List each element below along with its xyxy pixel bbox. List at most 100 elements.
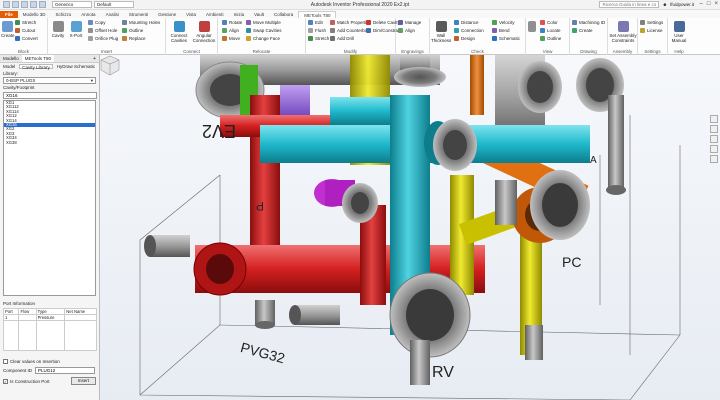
- bend-button[interactable]: Bend: [492, 28, 510, 33]
- tab-gestione[interactable]: Gestione: [153, 11, 181, 18]
- delete-cavity-button[interactable]: Delete Cavity: [366, 20, 400, 25]
- add-drill-button[interactable]: Add Drill: [330, 36, 354, 41]
- tab-inizia[interactable]: Inizia: [229, 11, 250, 18]
- change-face-button[interactable]: Change Face: [246, 36, 280, 41]
- connection-button[interactable]: Connection: [454, 28, 484, 33]
- swap-cavities-button[interactable]: Swap Cavities: [246, 28, 282, 33]
- move-multiple-button[interactable]: Move Multiple: [246, 20, 281, 25]
- schematic-button[interactable]: Schematic: [492, 36, 520, 41]
- angular-connection-label: Angular Connection: [192, 33, 216, 43]
- minimize-icon[interactable]: –: [700, 1, 703, 7]
- tab-ambienti[interactable]: Ambienti: [201, 11, 229, 18]
- create-drawing-button[interactable]: Create: [572, 28, 593, 33]
- locate-button[interactable]: Locate: [540, 28, 561, 33]
- outline-insert-button[interactable]: Outline: [122, 28, 143, 33]
- design-button[interactable]: Design: [454, 36, 475, 41]
- tab-schizzo[interactable]: Schizzo: [51, 11, 77, 18]
- convert-label: Convert: [22, 36, 38, 41]
- panel-block: Create Stretch Cutout Convert Block: [0, 18, 48, 55]
- orbit-icon[interactable]: [710, 145, 718, 153]
- tab-strumenti[interactable]: Strumenti: [124, 11, 153, 18]
- library-select[interactable]: 0-BSP PLUGS ▾: [3, 77, 96, 84]
- match-properties-button[interactable]: Match Properties: [330, 20, 371, 25]
- clear-values-row[interactable]: Clear values on Insertion: [0, 357, 99, 366]
- redo-icon[interactable]: [39, 1, 46, 8]
- new-icon[interactable]: [3, 1, 10, 8]
- user-manual-label: User Manual: [671, 33, 687, 43]
- insert-button[interactable]: Insert: [70, 377, 96, 385]
- close-icon[interactable]: ×: [714, 1, 718, 7]
- subtab-cavity-library[interactable]: Cavity Library: [19, 64, 53, 70]
- tab-modello[interactable]: Modello: [0, 55, 22, 62]
- tab-vault[interactable]: Vault: [249, 11, 269, 18]
- tab-collabora[interactable]: Collabora: [269, 11, 298, 18]
- distance-button[interactable]: Distance: [454, 20, 479, 25]
- offset-hole-button[interactable]: Offset Hole: [88, 28, 117, 33]
- cavity-list[interactable]: XG1 XG112 XG114 XG12 XG14 XG16 XG2 XG3 X…: [3, 100, 96, 296]
- flush-button[interactable]: Flush: [308, 28, 326, 33]
- velocity-button[interactable]: Velocity: [492, 20, 515, 25]
- graphics-viewport[interactable]: EV2 PC PVG32 RV P A: [100, 55, 720, 400]
- list-item[interactable]: XG38: [4, 140, 95, 145]
- material-combo[interactable]: Generico: [52, 1, 92, 8]
- move-button[interactable]: Move: [222, 36, 240, 41]
- connect-cavities-button[interactable]: Connect Cavities: [168, 21, 190, 43]
- cavity-search-input[interactable]: [3, 92, 97, 99]
- angular-connection-button[interactable]: Angular Connection: [192, 21, 216, 43]
- help-search-input[interactable]: [599, 1, 660, 8]
- look-at-icon[interactable]: [710, 155, 718, 163]
- tab-metools-panel[interactable]: METools T80: [21, 55, 54, 62]
- tab-annota[interactable]: Annota: [76, 11, 100, 18]
- tab-vista[interactable]: Vista: [181, 11, 201, 18]
- outline-view-button[interactable]: Outline: [540, 36, 561, 41]
- appearance-combo[interactable]: Default: [94, 1, 134, 8]
- zoom-icon[interactable]: [710, 135, 718, 143]
- cavity-button[interactable]: Cavity: [50, 21, 66, 38]
- clear-values-checkbox[interactable]: [3, 359, 8, 364]
- tab-metools[interactable]: METools T80: [298, 11, 337, 18]
- xport-button[interactable]: X-Port: [68, 21, 84, 38]
- viewcube-icon[interactable]: [100, 55, 120, 77]
- user-icon[interactable]: ☻: [662, 2, 667, 7]
- create-block-button[interactable]: Create: [1, 21, 15, 38]
- set-assembly-constraints-button[interactable]: Set Assembly Constraints: [609, 21, 637, 43]
- wall-thickness-button[interactable]: Wall Thickness: [431, 21, 451, 43]
- pan-icon[interactable]: [710, 125, 718, 133]
- wall-thickness-icon: [435, 21, 447, 32]
- save-icon[interactable]: [21, 1, 28, 8]
- rotate-button[interactable]: Rotate: [222, 20, 242, 25]
- edit-button[interactable]: Edit: [308, 20, 323, 25]
- add-tab-icon[interactable]: +: [93, 55, 99, 62]
- color-button[interactable]: Color: [540, 20, 558, 25]
- model-canvas[interactable]: EV2 PC PVG32 RV P A: [100, 55, 720, 400]
- subtab-hydraw-schematic[interactable]: HyDraw Schematic: [57, 64, 95, 69]
- convert-button[interactable]: Convert: [15, 36, 38, 41]
- stretch-block-button[interactable]: Stretch: [15, 20, 36, 25]
- tab-modello-3d[interactable]: Modello 3D: [18, 11, 51, 18]
- replace-button[interactable]: Replace: [122, 36, 146, 41]
- wall-view-button[interactable]: [527, 21, 537, 33]
- component-id-input[interactable]: [35, 367, 96, 374]
- tab-analisi[interactable]: Analisi: [101, 11, 124, 18]
- cutout-button[interactable]: Cutout: [15, 28, 35, 33]
- undo-icon[interactable]: [30, 1, 37, 8]
- user-name[interactable]: lfuidpower.it: [670, 2, 694, 7]
- orifice-plug-button[interactable]: Orifice Plug: [88, 36, 118, 41]
- open-icon[interactable]: [12, 1, 19, 8]
- maximize-icon[interactable]: □: [707, 1, 711, 7]
- align-button[interactable]: Align: [222, 28, 239, 33]
- construction-port-checkbox[interactable]: ✓: [3, 378, 8, 384]
- subtab-model[interactable]: Model: [3, 64, 15, 69]
- user-manual-button[interactable]: User Manual: [669, 21, 689, 43]
- align-engravings-button[interactable]: Align: [398, 28, 415, 33]
- mounting-holes-button[interactable]: Mounting Holes: [122, 20, 160, 25]
- manage-engravings-button[interactable]: Manage: [398, 20, 421, 25]
- ribbon-tabs: File Modello 3D Schizzo Annota Analisi S…: [0, 10, 720, 18]
- full-navigation-wheel-icon[interactable]: [710, 115, 718, 123]
- stretch-modify-button[interactable]: Stretch: [308, 36, 329, 41]
- settings-button[interactable]: Settings: [640, 20, 663, 25]
- tab-file[interactable]: File: [0, 11, 18, 18]
- license-button[interactable]: License: [640, 28, 663, 33]
- copy-button[interactable]: Copy: [88, 20, 106, 25]
- machining-id-button[interactable]: Machining ID: [572, 20, 605, 25]
